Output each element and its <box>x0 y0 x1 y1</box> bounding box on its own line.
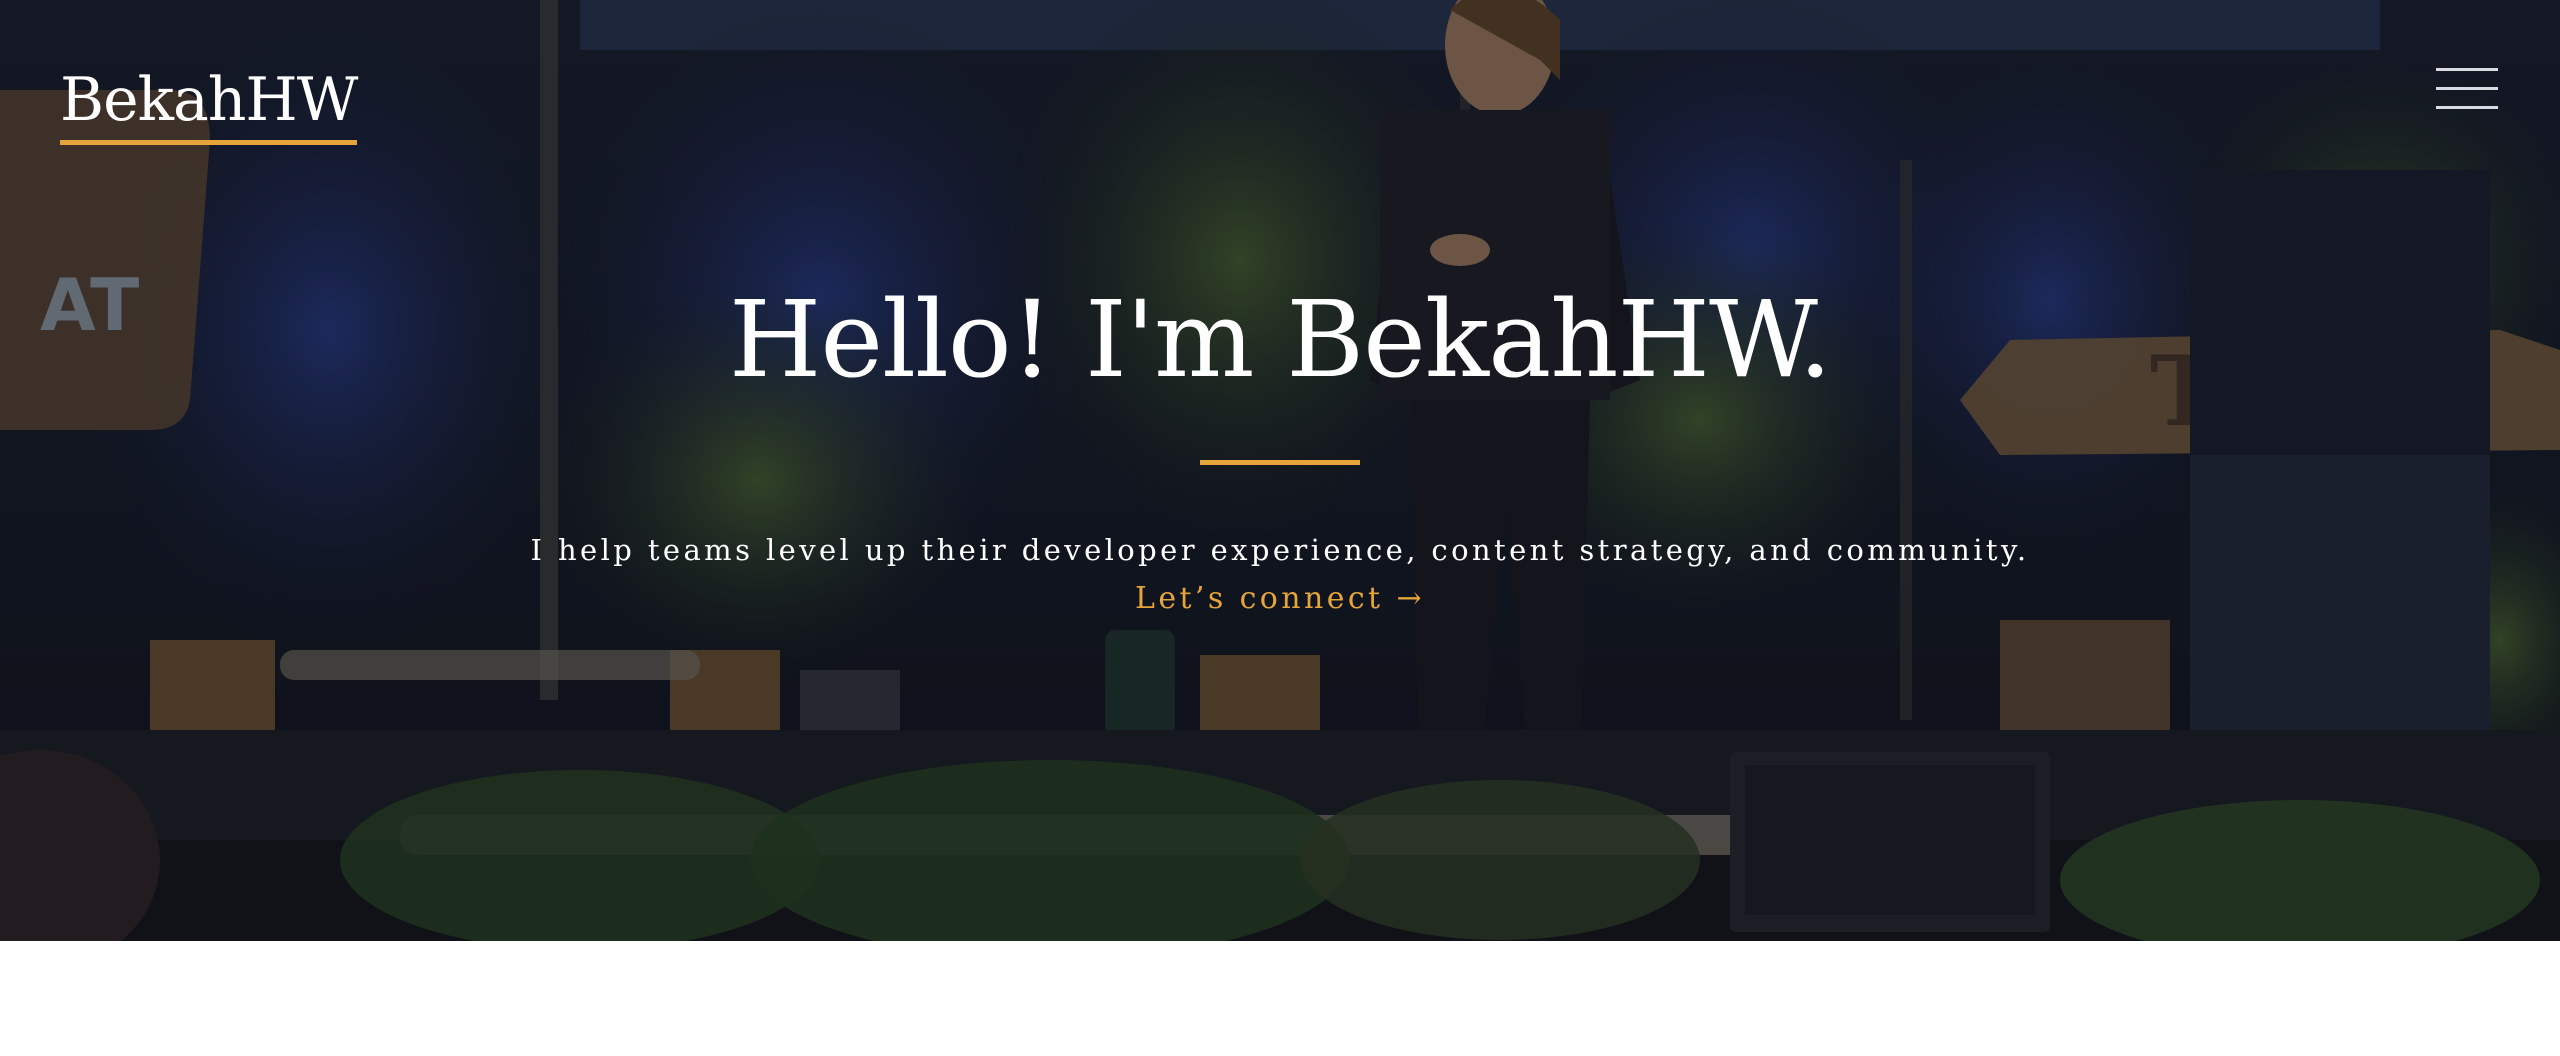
hero-subtitle: I help teams level up their developer ex… <box>530 533 2030 567</box>
hero-divider <box>1200 460 1360 465</box>
hamburger-menu-icon[interactable] <box>2436 64 2498 114</box>
hero-section: AT THAT <box>0 0 2560 941</box>
menu-line <box>2436 87 2498 90</box>
lets-connect-link[interactable]: Let’s connect → <box>1135 578 1425 620</box>
menu-line <box>2436 106 2498 109</box>
menu-line <box>2436 68 2498 71</box>
site-logo-link[interactable]: BekahHW <box>60 62 358 145</box>
hero-content: Hello! I'm BekahHW. I help teams level u… <box>0 270 2560 620</box>
hero-title: Hello! I'm BekahHW. <box>728 278 1832 401</box>
